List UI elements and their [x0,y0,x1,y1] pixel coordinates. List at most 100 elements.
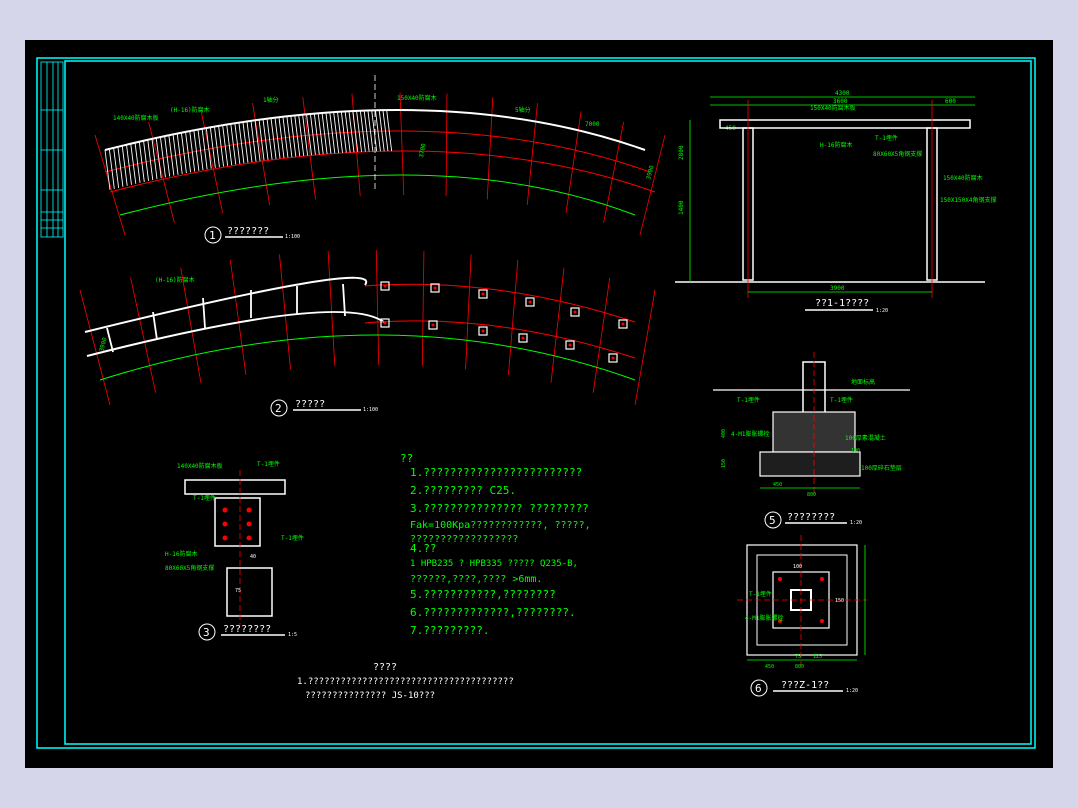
plan-1-label-b: (H-16)防腐木 [170,106,210,114]
plan-2-column-center [481,292,485,296]
plan-1-label-e: 5轴分 [515,106,531,114]
detail-3-label-a: 140X40防腐木板 [177,462,223,470]
elev-dim-right: 2800 [678,145,685,160]
plan-2-axis-line [421,251,425,367]
plan-1-label-a: 140X40防腐木板 [113,114,159,122]
plan-1-axis-line [94,134,126,236]
note-line-9: 5.???????????,???????? [410,588,556,601]
elev-dim-600: 600 [945,98,956,105]
plan-2-frame-line [202,297,206,329]
detail-3-label-c: T-1埋件 [193,494,216,502]
plan-2-columns [380,281,628,363]
detail-3-label-d: H-16防腐木 [165,550,197,558]
plan-1-slat [164,136,171,177]
detail-6-number: 6 [755,682,762,695]
plan-2-axis-line [229,259,247,376]
detail-6-dim-800: 800 [795,664,804,670]
plan-2-axis-line [465,254,472,370]
plan-1-axis-line [565,111,582,213]
plan-2-axis-line [592,277,611,393]
plan-1-slat [168,135,175,176]
detail-3-label-e: 80X60X5角钢支撑 [165,564,214,572]
elev-title: ??1-1???? [815,298,869,309]
note-line-11: 7.?????????. [410,624,489,637]
plan-2-axis-line [327,251,336,367]
elev-dim-top-text: 4300 [835,90,850,97]
plan-1-label-f: 7000 [585,121,600,128]
plan-1-slat [108,148,115,189]
detail-5-label-e: 100厚碎石垫层 [861,464,902,472]
plan-2-scale: 1:100 [363,407,378,413]
plan-1-slat [176,133,183,174]
detail-6-dim-150: 150 [835,598,844,604]
plan-2-frame-line [152,311,158,341]
detail-6-dim-75: 75 [795,654,801,660]
detail-5-label-b: T-1埋件 [830,396,853,404]
elev-label-f: 150X150X4角钢支撑 [940,196,997,204]
plan-1-label-c: 1轴分 [263,96,279,104]
plan-1-label-d: 150X40防腐木 [397,94,437,102]
plan-1-slat [121,145,128,186]
detail-3-number: 3 [203,626,210,639]
note-line-7: 1 HPB235 ? HPB335 ????? Q235-B, [410,559,578,569]
elev-dim-mid-text: 3600 [833,98,848,105]
plan-2-title: ????? [295,399,325,410]
note-line-4: Fak=100Kpa????????????, ?????, [410,520,591,531]
detail-3-dim-75: 75 [235,588,241,594]
detail-6-dim-125: 125 [813,654,822,660]
notes-heading: ?? [400,452,413,465]
plan-1-slat [130,143,137,184]
drawing-sheet: 140X40防腐木板 (H-16)防腐木 1轴分 150X40防腐木 5轴分 7… [25,40,1053,768]
plan-1-title: ??????? [227,226,269,237]
elev-label-c: T-1埋件 [875,134,898,142]
detail-6-scale: 1:20 [846,688,858,694]
detail-3-top-plank [184,479,286,495]
elev-dim-left: 1400 [678,200,685,215]
elev-dim-base: 3900 [830,285,845,292]
plan-1-slat [180,132,187,174]
plan-2-column-center [431,323,435,327]
detail-3-bolts [222,507,252,541]
plan-2-axis-line [180,267,202,383]
detail-3-label-f: T-1埋件 [281,534,304,542]
plan-2-column-center [383,284,387,288]
plan-2-column-center [528,300,532,304]
plan-1-axis-line [399,92,405,196]
plan-2-red-arc-2 [364,320,636,359]
note-line-3: 3.??????????????? ????????? [410,502,589,515]
bottom-note-line-2: ??????????????? JS-10??? [305,691,435,701]
plan-1-axis-line [302,97,316,200]
elev-label-e: 150X40防腐木 [943,174,983,182]
detail-5-dim-100: 100 [851,448,860,454]
detail-6-dim-100: 100 [793,564,802,570]
detail-3-scale: 1:5 [288,632,297,638]
detail-6-drawing: T-1埋件 4-M1膨胀螺栓 100 150 125 75 450 800 6 … [737,535,867,697]
elev-label-a: 150X40防腐木板 [810,104,856,112]
note-line-1: 1.???????????????????????? [410,466,582,479]
elevation-drawing: 4300 3600 450 600 1400 2800 3900 150X40防… [675,90,997,314]
detail-5-number: 5 [769,514,776,527]
plan-1-slat [143,140,149,182]
plan-1-slat [147,139,154,181]
detail-3-post [226,567,273,617]
detail-5-label-f: 地面标高 [851,378,875,386]
plan-2-column-center [568,343,572,347]
plan-2-column-center [383,321,387,325]
plan-1-slat [172,134,179,175]
plan-2-column-center [521,336,525,340]
detail-3-drawing: 140X40防腐木板 T-1埋件 T-1埋件 H-16防腐木 80X60X5角钢… [165,460,304,641]
detail-3-plate [214,497,261,547]
detail-5-title: ???????? [787,512,835,523]
detail-3-title: ???????? [223,624,271,635]
general-notes: ?? 1.???????????????????????? 2.????????… [400,452,591,637]
plan-2-column-center [481,329,485,333]
detail-6-title: ???Z-1?? [781,680,829,691]
detail-5-label-a: T-1埋件 [737,396,760,404]
plan-1-label-g: 3700 [418,143,427,159]
cad-canvas: 140X40防腐木板 (H-16)防腐木 1轴分 150X40防腐木 5轴分 7… [36,57,1036,749]
note-line-2: 2.????????? C25. [410,484,516,497]
plan-1-slat [138,141,145,182]
plan-1-drawing: 140X40防腐木板 (H-16)防腐木 1轴分 150X40防腐木 5轴分 7… [94,75,666,244]
detail-5-drawing: T-1埋件 T-1埋件 4-M1膨胀螺栓 100厚素混凝土 100厚碎石垫层 地… [713,352,910,529]
elev-top-beam [719,119,971,129]
